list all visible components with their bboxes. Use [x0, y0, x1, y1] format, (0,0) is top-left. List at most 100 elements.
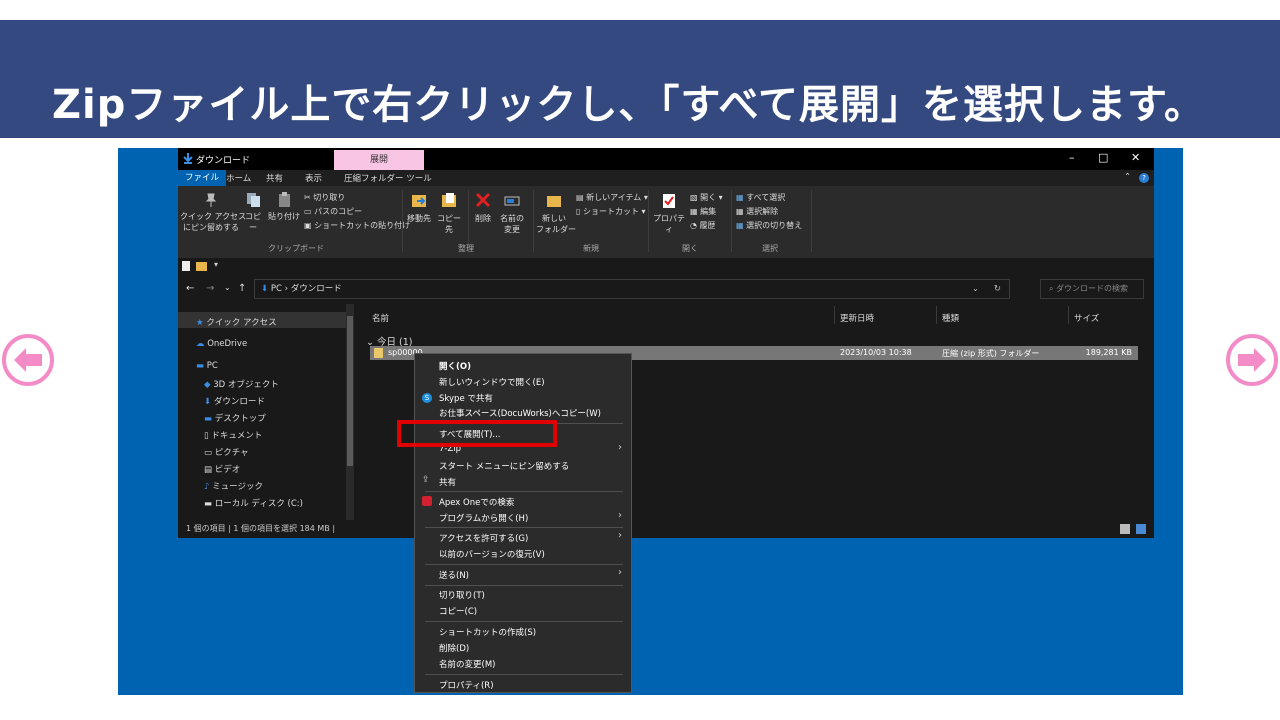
history-button[interactable]: ◔ 履歴 — [690, 220, 716, 231]
close-button[interactable]: ✕ — [1131, 151, 1140, 164]
up-arrow-icon[interactable]: ↑ — [238, 283, 246, 294]
nav-onedrive[interactable]: ☁ OneDrive — [196, 339, 247, 349]
copy-path-button[interactable]: ▭ パスのコピー — [304, 206, 362, 217]
disk-icon: ▬ — [204, 499, 213, 509]
menu-item-skype-share[interactable]: Skype で共有 — [439, 392, 493, 404]
menu-item-pin-start[interactable]: スタート メニューにピン留めする — [439, 460, 569, 472]
menu-item-delete[interactable]: 削除(D) — [439, 642, 469, 654]
column-separator — [1068, 306, 1069, 324]
details-view-icon[interactable] — [1120, 524, 1130, 534]
back-arrow-icon[interactable]: ← — [186, 283, 194, 294]
file-date: 2023/10/03 10:38 — [840, 348, 912, 357]
nav-label: ダウンロード — [213, 397, 265, 407]
menu-item-restore-versions[interactable]: 以前のバージョンの復元(V) — [439, 548, 545, 560]
address-bar[interactable]: ⬇ PC › ダウンロード ⌄ ↻ — [254, 279, 1010, 299]
new-item-button[interactable]: ▤ 新しいアイテム ▾ — [576, 192, 648, 203]
menu-item-apex-search[interactable]: Apex Oneでの検索 — [439, 496, 514, 508]
edit-label: 編集 — [700, 207, 717, 216]
tab-file[interactable]: ファイル — [178, 170, 227, 186]
collapse-ribbon-icon[interactable]: ⌃ — [1124, 172, 1131, 182]
share-icon: ⇪ — [422, 475, 430, 485]
column-type[interactable]: 種類 — [942, 312, 959, 324]
nav-pc[interactable]: ▬ PC — [196, 361, 218, 371]
paste-button[interactable]: 貼り付け — [268, 192, 300, 222]
cut-button[interactable]: ✂ 切り取り — [304, 192, 345, 203]
nav-label: ピクチャ — [214, 448, 249, 458]
search-box[interactable]: ⌕ ダウンロードの検索 — [1040, 279, 1144, 299]
menu-item-cut[interactable]: 切り取り(T) — [439, 589, 485, 601]
copy-button[interactable]: コピー — [242, 192, 264, 233]
select-all-icon: ▦ — [736, 193, 744, 202]
copy-to-button[interactable]: コピー先 — [434, 192, 464, 235]
easy-access-button[interactable]: ▯ ショートカット ▾ — [576, 206, 646, 217]
tab-view[interactable]: 表示 — [305, 172, 322, 184]
move-to-button[interactable]: 移動先 — [406, 192, 432, 224]
open-button[interactable]: ▧ 開く ▾ — [690, 192, 723, 203]
tab-compressed-tools[interactable]: 圧縮フォルダー ツール — [344, 172, 432, 184]
nav-documents[interactable]: ▯ ドキュメント — [204, 429, 262, 441]
menu-item-give-access[interactable]: アクセスを許可する(G) — [439, 532, 528, 544]
menu-item-open-new-window[interactable]: 新しいウィンドウで開く(E) — [439, 376, 545, 388]
next-arrow-button[interactable] — [1226, 334, 1278, 386]
pin-quick-access-button[interactable]: クイック アクセス にピン留めする — [180, 192, 246, 233]
menu-item-send-to[interactable]: 送る(N) — [439, 569, 469, 581]
column-name[interactable]: 名前 — [372, 312, 389, 324]
tab-home[interactable]: ホーム — [226, 172, 251, 184]
menu-item-rename[interactable]: 名前の変更(M) — [439, 658, 495, 670]
folder-mini-icon[interactable] — [196, 262, 207, 271]
menu-item-create-shortcut[interactable]: ショートカットの作成(S) — [439, 626, 536, 638]
shortcut-label: ショートカット ▾ — [582, 207, 646, 216]
forward-arrow-icon[interactable]: → — [206, 283, 214, 294]
explorer-window: ダウンロード 展開 – □ ✕ ファイル ホーム 共有 表示 圧縮フォルダー ツ… — [178, 148, 1154, 538]
menu-item-open-with[interactable]: プログラムから開く(H) — [439, 512, 528, 524]
menu-item-docuworks-copy[interactable]: お仕事スペース(DocuWorks)へコピー(W) — [439, 407, 601, 419]
nav-desktop[interactable]: ▬ デスクトップ — [204, 412, 266, 424]
column-date[interactable]: 更新日時 — [840, 312, 874, 324]
maximize-button[interactable]: □ — [1098, 151, 1108, 164]
nav-scrollbar[interactable] — [346, 304, 354, 520]
window-title: ダウンロード — [196, 156, 251, 166]
new-folder-button[interactable]: 新しい フォルダー — [536, 192, 576, 235]
paste-shortcut-button[interactable]: ▣ ショートカットの貼り付け — [304, 220, 410, 231]
delete-button[interactable]: 削除 — [472, 192, 494, 224]
previous-arrow-button[interactable] — [2, 334, 54, 386]
recent-dropdown-icon[interactable]: ⌄ — [224, 283, 231, 292]
skype-icon: S — [422, 393, 432, 403]
nav-music[interactable]: ♪ ミュージック — [204, 480, 263, 492]
select-all-button[interactable]: ▦ すべて選択 — [736, 192, 785, 203]
select-all-label: すべて選択 — [746, 193, 786, 202]
menu-item-share[interactable]: 共有 — [439, 476, 456, 488]
menu-item-open[interactable]: 開く(O) — [439, 360, 471, 372]
search-placeholder: ダウンロードの検索 — [1056, 284, 1129, 293]
large-icons-view-icon[interactable] — [1136, 524, 1146, 534]
nav-3d-objects[interactable]: ◆ 3D オブジェクト — [204, 378, 279, 390]
file-type: 圧縮 (zip 形式) フォルダー — [942, 349, 1040, 358]
context-tab-extract[interactable]: 展開 — [334, 150, 424, 170]
nav-local-disk[interactable]: ▬ ローカル ディスク (C:) — [204, 497, 303, 509]
invert-selection-button[interactable]: ▦ 選択の切り替え — [736, 220, 802, 231]
submenu-chevron-icon: › — [618, 510, 622, 521]
properties-button[interactable]: プロパティ — [652, 192, 686, 235]
select-none-button[interactable]: ▦ 選択解除 — [736, 206, 778, 217]
edit-button[interactable]: ▦ 編集 — [690, 206, 716, 217]
nav-scroll-thumb[interactable] — [347, 316, 353, 466]
column-size[interactable]: サイズ — [1074, 312, 1099, 324]
tab-share[interactable]: 共有 — [266, 172, 283, 184]
rename-button[interactable]: 名前の 変更 — [498, 192, 526, 235]
address-dropdown-icon[interactable]: ⌄ — [972, 280, 979, 298]
minimize-button[interactable]: – — [1069, 151, 1075, 164]
customize-toolbar-icon[interactable]: ▾ — [214, 260, 218, 269]
nav-downloads[interactable]: ⬇ ダウンロード — [204, 395, 265, 407]
menu-item-properties[interactable]: プロパティ(R) — [439, 679, 494, 691]
move-to-label: 移動先 — [407, 214, 431, 223]
nav-quick-access[interactable]: ★ クイック アクセス — [196, 316, 277, 328]
help-icon[interactable]: ? — [1139, 173, 1149, 183]
ribbon-separator — [811, 190, 812, 252]
menu-item-copy[interactable]: コピー(C) — [439, 605, 477, 617]
refresh-icon[interactable]: ↻ — [994, 280, 1001, 298]
cloud-icon: ☁ — [196, 339, 205, 349]
nav-pictures[interactable]: ▭ ピクチャ — [204, 446, 249, 458]
title-banner: Zipファイル上で右クリックし、「すべて展開」を選択します。 — [0, 20, 1280, 138]
properties-mini-icon[interactable] — [182, 261, 190, 271]
nav-videos[interactable]: ▤ ビデオ — [204, 463, 240, 475]
